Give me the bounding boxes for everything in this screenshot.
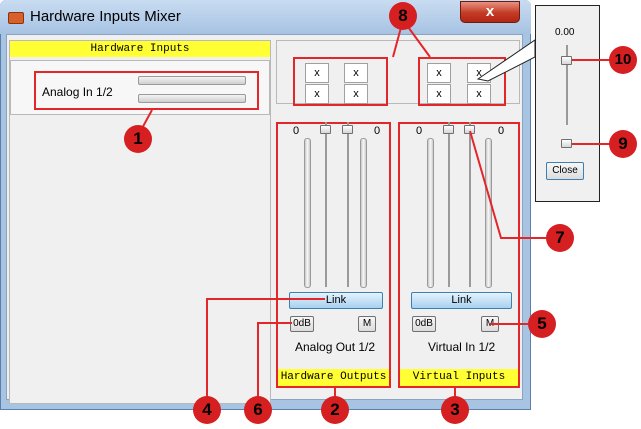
callout-badge-7: 7 xyxy=(546,224,574,252)
callout-lines xyxy=(139,19,612,398)
callout-badge-2: 2 xyxy=(321,396,349,424)
callout-line-7 xyxy=(469,130,548,239)
callout-badge-10: 10 xyxy=(609,46,637,74)
callout-badge-8: 8 xyxy=(389,2,417,30)
callout-line-6 xyxy=(257,322,292,398)
callout-badge-1: 1 xyxy=(124,125,152,153)
callout-badge-6: 6 xyxy=(244,396,272,424)
callout-badge-5: 5 xyxy=(528,310,556,338)
popup-pointer xyxy=(476,39,536,82)
callout-badge-3: 3 xyxy=(441,396,469,424)
callout-line-4 xyxy=(206,298,325,398)
callout-badge-4: 4 xyxy=(193,396,221,424)
callout-badge-9: 9 xyxy=(609,130,637,158)
